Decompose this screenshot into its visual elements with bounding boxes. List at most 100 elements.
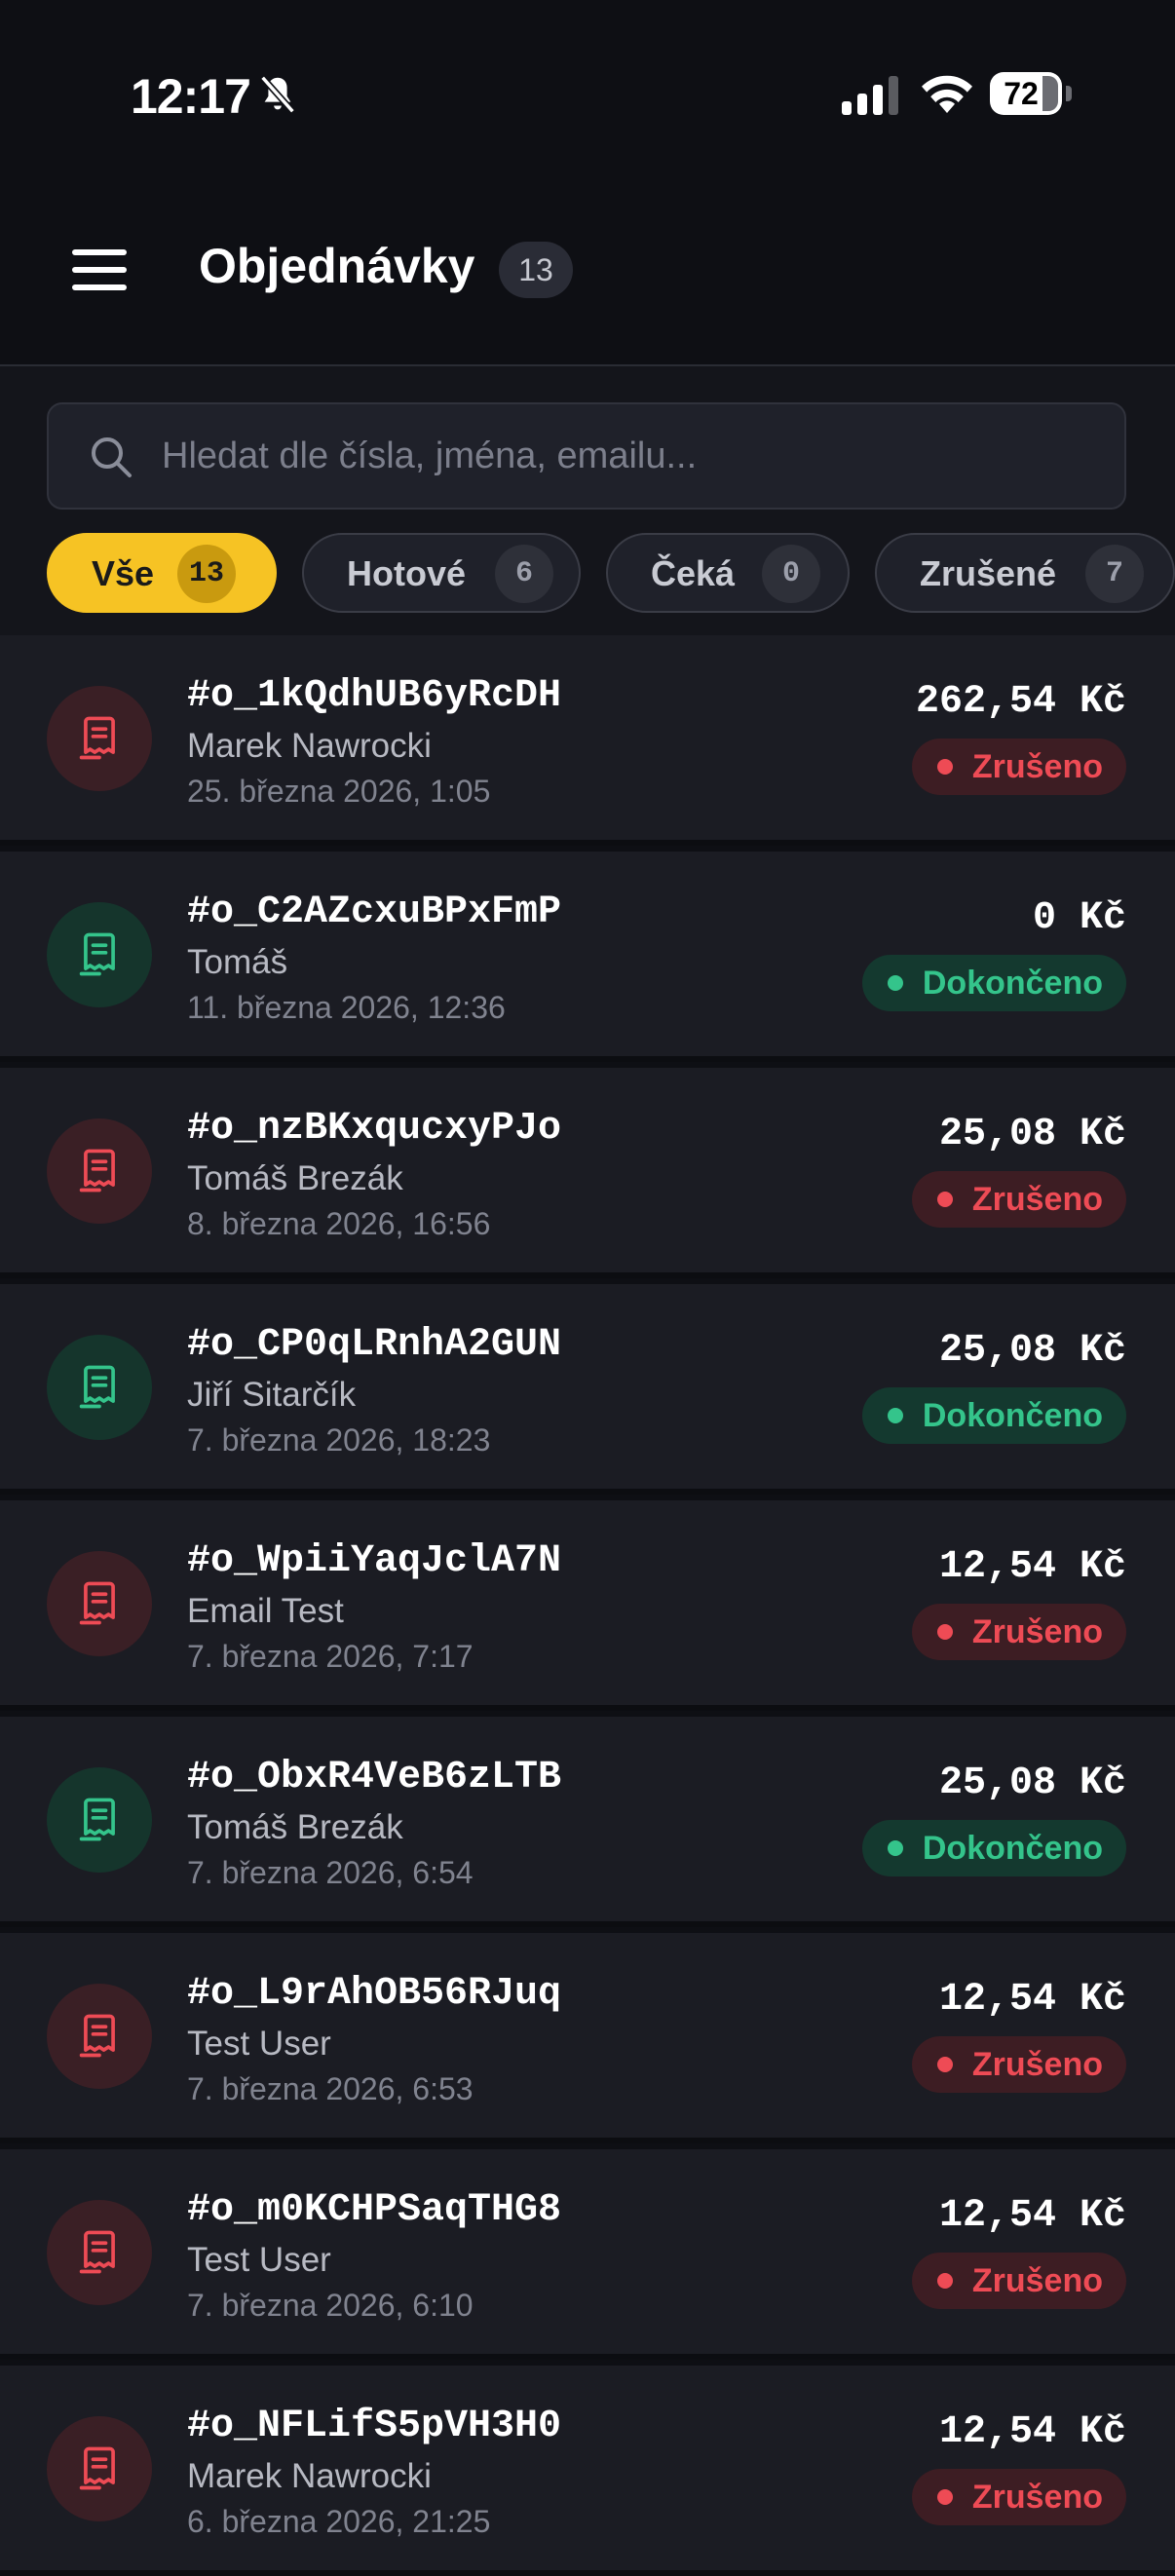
order-price: 12,54 Kč — [938, 2194, 1126, 2238]
order-date: 7. března 2026, 6:10 — [187, 2288, 474, 2323]
filter-chip-count: 13 — [177, 545, 236, 603]
status-dot — [887, 1408, 903, 1423]
receipt-icon — [79, 2446, 115, 2490]
wifi-icon — [922, 75, 972, 113]
status-badge: Zrušeno — [911, 2036, 1126, 2093]
order-id: #o_WpiiYaqJclA7N — [187, 1539, 562, 1583]
filter-chip-all[interactable]: Vše 13 — [47, 533, 277, 613]
order-id: #o_L9rAhOB56RJuq — [187, 1972, 562, 2016]
order-icon-circle — [47, 1551, 152, 1656]
order-date: 8. března 2026, 16:56 — [187, 1206, 491, 1241]
receipt-icon — [79, 1581, 115, 1625]
filter-chip-done[interactable]: Hotové 6 — [302, 533, 581, 613]
order-date: 25. března 2026, 1:05 — [187, 774, 491, 809]
receipt-icon — [79, 932, 115, 976]
cellular-signal-icon — [842, 76, 898, 115]
order-row[interactable]: #o_m0KCHPSaqTHG8 Test User 7. března 2026,… — [0, 2149, 1175, 2360]
filter-chip-cancelled[interactable]: Zrušené 7 — [875, 533, 1175, 613]
order-date: 11. března 2026, 12:36 — [187, 990, 506, 1025]
order-price: 12,54 Kč — [938, 1545, 1126, 1589]
order-date: 7. března 2026, 6:54 — [187, 1855, 474, 1890]
battery-percent: 72 — [1004, 76, 1039, 111]
status-label: Dokončeno — [922, 965, 1103, 1002]
order-id: #o_C2AZcxuBPxFmP — [187, 890, 562, 934]
order-customer: Marek Nawrocki — [187, 727, 432, 765]
order-customer: Tomáš — [187, 943, 288, 981]
order-price: 0 Kč — [1032, 896, 1126, 940]
filter-chip-label: Zrušené — [920, 553, 1057, 593]
status-label: Zrušeno — [971, 1613, 1103, 1650]
order-row[interactable]: #o_L9rAhOB56RJuq Test User 7. března 2026,… — [0, 1933, 1175, 2143]
status-badge: Dokončeno — [861, 1820, 1126, 1876]
order-price: 12,54 Kč — [938, 2410, 1126, 2454]
order-price: 25,08 Kč — [938, 1329, 1126, 1373]
order-row[interactable]: #o_ObxR4VeB6zLTB Tomáš Brezák 7. března 20… — [0, 1717, 1175, 1927]
filter-chip-count: 7 — [1085, 545, 1144, 603]
receipt-icon — [79, 1798, 115, 1841]
status-label: Zrušeno — [971, 2046, 1103, 2083]
order-row[interactable]: #o_1kQdhUB6yRcDH Marek Nawrocki 25. března… — [0, 635, 1175, 846]
filter-chip-count: 0 — [762, 545, 820, 603]
order-icon-circle — [47, 902, 152, 1007]
hamburger-icon[interactable] — [72, 249, 127, 290]
status-label: Zrušeno — [971, 1181, 1103, 1218]
order-row[interactable]: #o_CP0qLRnhA2GUN Jiří Sitarčík 7. března 2… — [0, 1284, 1175, 1495]
status-dot — [887, 1840, 903, 1856]
order-row[interactable]: #o_C2AZcxuBPxFmP Tomáš 11. března 2026, 12… — [0, 852, 1175, 1062]
order-date: 7. března 2026, 7:17 — [187, 1639, 474, 1674]
bell-slash-icon — [260, 75, 295, 114]
order-customer: Tomáš Brezák — [187, 1808, 403, 1846]
order-row[interactable]: #o_nzBKxqucxyPJo Tomáš Brezák 8. března 20… — [0, 1068, 1175, 1278]
order-customer: Tomáš Brezák — [187, 1159, 403, 1197]
order-id: #o_NFLifS5pVH3H0 — [187, 2405, 562, 2448]
order-price: 25,08 Kč — [938, 1113, 1126, 1156]
order-id: #o_CP0qLRnhA2GUN — [187, 1323, 562, 1367]
status-badge: Dokončeno — [861, 1387, 1126, 1444]
filter-chip-pending[interactable]: Čeká 0 — [606, 533, 850, 613]
status-badge: Zrušeno — [911, 1171, 1126, 1228]
app-header — [0, 185, 1175, 366]
order-customer: Marek Nawrocki — [187, 2457, 432, 2495]
order-id: #o_nzBKxqucxyPJo — [187, 1107, 562, 1151]
order-icon-circle — [47, 1335, 152, 1440]
order-id: #o_ObxR4VeB6zLTB — [187, 1756, 562, 1799]
filter-chip-label: Čeká — [651, 553, 736, 593]
order-icon-circle — [47, 2416, 152, 2521]
status-dot — [936, 1192, 953, 1207]
status-dot — [887, 975, 903, 991]
order-price: 25,08 Kč — [938, 1762, 1126, 1805]
battery-icon: 72 — [990, 72, 1072, 117]
order-row[interactable]: #o_WpiiYaqJclA7N Email Test 7. března 2026… — [0, 1500, 1175, 1711]
filter-chip-count: 6 — [495, 545, 553, 603]
order-icon-circle — [47, 686, 152, 791]
status-label: Zrušeno — [971, 748, 1103, 785]
order-price: 262,54 Kč — [915, 680, 1126, 724]
orders-count-badge: 13 — [499, 242, 573, 298]
search-icon — [92, 437, 132, 477]
search-box[interactable] — [47, 402, 1126, 510]
order-row[interactable]: #o_NFLifS5pVH3H0 Marek Nawrocki 6. března … — [0, 2366, 1175, 2576]
status-badge: Zrušeno — [911, 2469, 1126, 2525]
status-dot — [936, 2489, 953, 2505]
search-input[interactable] — [162, 404, 1097, 508]
status-dot — [936, 1624, 953, 1640]
status-badge: Zrušeno — [911, 739, 1126, 795]
order-customer: Test User — [187, 2241, 331, 2279]
receipt-icon — [79, 2230, 115, 2274]
filter-chip-label: Vše — [92, 553, 155, 593]
order-date: 6. března 2026, 21:25 — [187, 2504, 491, 2539]
order-price: 12,54 Kč — [938, 1978, 1126, 2022]
status-label: Zrušeno — [971, 2262, 1103, 2299]
order-customer: Email Test — [187, 1592, 344, 1630]
order-customer: Test User — [187, 2025, 331, 2063]
receipt-icon — [79, 1149, 115, 1193]
status-dot — [936, 759, 953, 775]
order-customer: Jiří Sitarčík — [187, 1376, 357, 1414]
status-label: Dokončeno — [922, 1830, 1103, 1867]
order-date: 7. března 2026, 18:23 — [187, 1422, 491, 1458]
receipt-icon — [79, 2014, 115, 2058]
page-title: Objednávky — [199, 239, 475, 293]
status-badge: Zrušeno — [911, 1604, 1126, 1660]
status-dot — [936, 2273, 953, 2289]
filter-chip-label: Hotové — [347, 553, 467, 593]
